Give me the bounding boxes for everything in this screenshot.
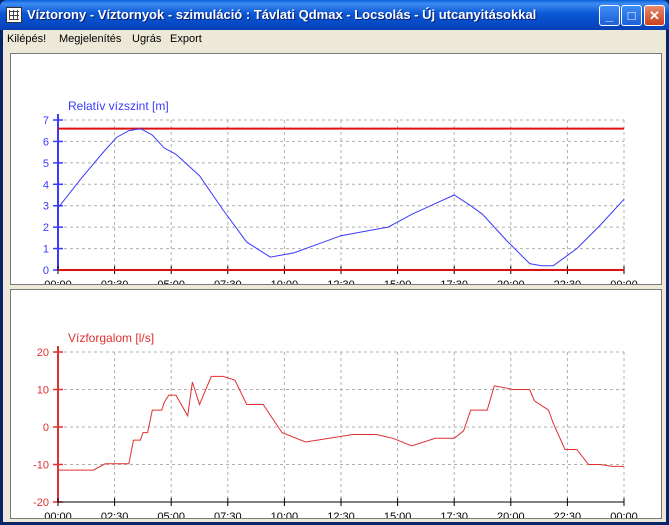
x-tick-label: 17:30 bbox=[440, 279, 468, 284]
window-title: Víztorony - Víztornyok - szimuláció : Tá… bbox=[27, 7, 537, 22]
x-tick-label: 07:30 bbox=[214, 511, 242, 518]
y-tick-label: 1 bbox=[43, 244, 49, 256]
y-tick-label: 10 bbox=[37, 385, 49, 397]
water-level-chart: 0 1 2 3 4 5 6 7 00:00 02:30 05:00 07:30 10:00 12:30 15… bbox=[43, 99, 638, 284]
y-tick-label: 0 bbox=[43, 265, 49, 277]
y-tick-label: -20 bbox=[33, 497, 49, 509]
y-tick-label: 2 bbox=[43, 222, 49, 234]
y-tick-label: -10 bbox=[33, 460, 49, 472]
close-button[interactable]: ✕ bbox=[644, 5, 665, 26]
x-tick-label: 22:30 bbox=[554, 279, 582, 284]
y-tick-label: 7 bbox=[43, 115, 49, 127]
x-tick-label: 05:00 bbox=[157, 279, 185, 284]
x-tick-label: 07:30 bbox=[214, 279, 242, 284]
menu-ugras[interactable]: Ugrás bbox=[132, 33, 161, 45]
x-tick-label: 10:00 bbox=[271, 511, 299, 518]
x-tick-label: 20:00 bbox=[497, 279, 525, 284]
x-tick-label: 10:00 bbox=[271, 279, 299, 284]
minimize-button[interactable]: _ bbox=[599, 5, 620, 26]
x-tick-label: 02:30 bbox=[101, 279, 129, 284]
x-tick-label: 15:00 bbox=[384, 279, 412, 284]
client-area: Kilépés! Megjelenítés Ugrás Export 0 1 2 3 4… bbox=[3, 30, 666, 522]
app-window: Víztorony - Víztornyok - szimuláció : Tá… bbox=[0, 0, 669, 525]
x-tick-label: 12:30 bbox=[327, 511, 355, 518]
water-flow-chart-panel: 20 10 0 -10 -20 00:00 02:30 05:00 07:30 10:00 12:3… bbox=[10, 289, 662, 519]
x-tick-label: 17:30 bbox=[440, 511, 468, 518]
y-tick-label: 3 bbox=[43, 201, 49, 213]
x-tick-label: 00:00 bbox=[610, 279, 638, 284]
x-tick-label: 12:30 bbox=[327, 279, 355, 284]
y-tick-label: 6 bbox=[43, 136, 49, 148]
title-bar[interactable]: Víztorony - Víztornyok - szimuláció : Tá… bbox=[0, 0, 669, 30]
y-tick-label: 20 bbox=[37, 347, 49, 359]
y-tick-label: 4 bbox=[43, 179, 49, 191]
y-tick-label: 5 bbox=[43, 158, 49, 170]
x-tick-label: 00:00 bbox=[610, 511, 638, 518]
menu-kilepes[interactable]: Kilépés! bbox=[7, 33, 46, 45]
x-tick-label: 22:30 bbox=[554, 511, 582, 518]
menu-megjelenites[interactable]: Megjelenítés bbox=[59, 33, 121, 45]
x-tick-label: 00:00 bbox=[44, 511, 72, 518]
menu-export[interactable]: Export bbox=[170, 33, 202, 45]
x-tick-label: 20:00 bbox=[497, 511, 525, 518]
x-tick-label: 05:00 bbox=[157, 511, 185, 518]
x-tick-label: 00:00 bbox=[44, 279, 72, 284]
series-line bbox=[57, 128, 625, 267]
water-flow-chart: 20 10 0 -10 -20 00:00 02:30 05:00 07:30 10:00 12:3… bbox=[33, 331, 638, 518]
water-level-chart-panel: 0 1 2 3 4 5 6 7 00:00 02:30 05:00 07:30 10:00 12:30 15… bbox=[10, 53, 662, 285]
chart-title: Vízforgalom [l/s] bbox=[68, 331, 154, 345]
y-tick-label: 0 bbox=[43, 422, 49, 434]
maximize-button[interactable]: □ bbox=[621, 5, 642, 26]
app-icon[interactable] bbox=[6, 7, 22, 23]
menu-bar: Kilépés! Megjelenítés Ugrás Export bbox=[3, 30, 666, 49]
chart-title: Relatív vízszint [m] bbox=[68, 99, 169, 113]
x-tick-label: 02:30 bbox=[101, 511, 129, 518]
x-tick-label: 15:00 bbox=[384, 511, 412, 518]
